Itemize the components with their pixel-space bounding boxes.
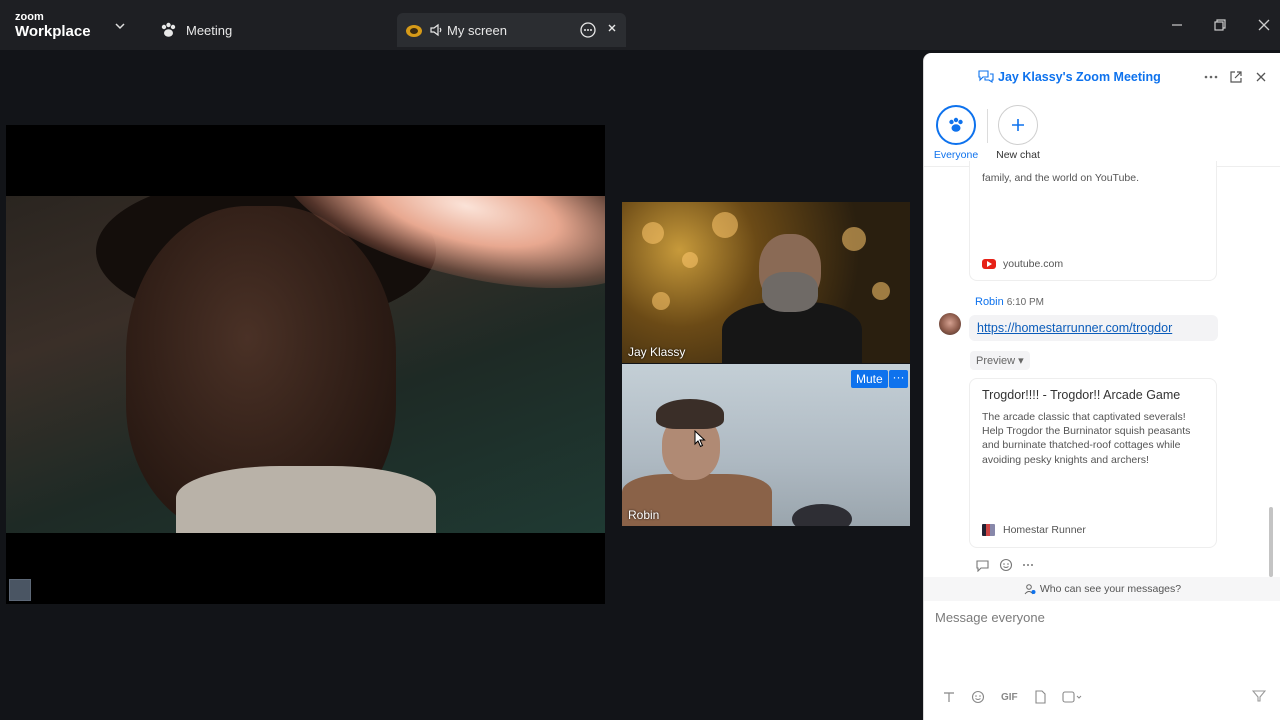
title-bar: zoom Workplace Meeting My screen [0, 0, 1280, 50]
emoji-reaction-icon[interactable] [999, 558, 1013, 572]
message-link[interactable]: https://homestarrunner.com/trogdor [977, 321, 1172, 335]
who-can-see-text: Who can see your messages? [1039, 583, 1182, 595]
participant-name-label: Jay Klassy [628, 345, 686, 359]
recipient-new-chat[interactable]: New chat [993, 105, 1043, 161]
reply-icon[interactable] [975, 559, 990, 572]
pop-out-icon[interactable] [1229, 70, 1243, 84]
recipient-new-circle [998, 105, 1038, 145]
message-bubble: https://homestarrunner.com/trogdor [969, 315, 1218, 341]
chat-panel: Jay Klassy's Zoom Meeting Everyone New c… [923, 53, 1280, 720]
shared-video-frame [6, 196, 605, 533]
participant-more-button[interactable]: ··· [889, 370, 908, 388]
person-privacy-icon [1024, 584, 1036, 595]
more-options-icon[interactable] [580, 22, 596, 38]
preview-toggle-button[interactable]: Preview ▾ [970, 351, 1030, 370]
youtube-icon [982, 259, 996, 269]
close-window-icon[interactable] [1257, 18, 1271, 32]
tab-my-screen-label: My screen [447, 22, 507, 38]
chat-title-text: Jay Klassy's Zoom Meeting [998, 70, 1161, 84]
mouse-cursor-icon [694, 430, 706, 448]
mute-button[interactable]: Mute [851, 370, 888, 388]
recipient-everyone-label: Everyone [933, 149, 979, 161]
message-sender-name: Robin [975, 296, 1004, 308]
link-preview-source: Homestar Runner [982, 524, 1086, 536]
composer-toolbar: GIF [943, 690, 1082, 704]
tab-meeting[interactable]: Meeting [160, 13, 232, 47]
speaker-icon[interactable] [429, 23, 443, 37]
participant-pillow [792, 504, 852, 526]
recipient-new-label: New chat [996, 149, 1040, 161]
link-preview-source: youtube.com [982, 258, 1063, 270]
link-preview-source-text: Homestar Runner [1003, 524, 1086, 536]
who-can-see-banner[interactable]: Who can see your messages? [924, 577, 1280, 601]
everyone-paw-icon [949, 117, 963, 132]
link-preview-card-youtube[interactable]: family, and the world on YouTube. youtub… [969, 161, 1217, 281]
participant-beard [762, 272, 818, 312]
chat-title: Jay Klassy's Zoom Meeting [978, 70, 1161, 84]
close-panel-icon[interactable] [1255, 71, 1267, 83]
chat-scrollbar[interactable] [1269, 171, 1273, 577]
message-sender: Robin 6:10 PM [975, 296, 1044, 308]
more-options-icon[interactable] [1022, 559, 1034, 571]
participant-name-label: Robin [628, 508, 660, 522]
homestar-runner-icon [982, 524, 995, 536]
chat-scrollbar-thumb[interactable] [1269, 507, 1273, 577]
share-screen-app-icon [406, 25, 422, 37]
plus-icon [1012, 119, 1024, 131]
message-actions [975, 558, 1034, 572]
shared-screen-stage[interactable] [6, 125, 605, 604]
recipient-everyone[interactable]: Everyone [933, 105, 979, 161]
restore-icon[interactable] [1213, 18, 1227, 32]
link-preview-title: Trogdor!!!! - Trogdor!! Arcade Game [982, 388, 1181, 402]
zoom-workplace-logo[interactable]: zoom Workplace [15, 11, 91, 40]
screenshot-icon[interactable] [1062, 690, 1082, 704]
chevron-down-icon[interactable] [114, 20, 126, 32]
participant-tile-jay[interactable]: Jay Klassy [622, 202, 910, 363]
more-options-icon[interactable] [1204, 70, 1218, 84]
link-preview-description: family, and the world on YouTube. [982, 172, 1140, 184]
close-tab-icon[interactable] [607, 23, 617, 33]
gif-button[interactable]: GIF [1001, 692, 1018, 703]
minimize-icon[interactable] [1170, 18, 1184, 32]
tab-meeting-label: Meeting [186, 22, 233, 38]
link-preview-card-trogdor[interactable]: Trogdor!!!! - Trogdor!! Arcade Game The … [969, 378, 1217, 548]
recipient-divider [987, 109, 988, 143]
participant-tile-robin[interactable]: Mute ··· Robin [622, 364, 910, 526]
link-preview-source-text: youtube.com [1003, 258, 1064, 270]
recipient-everyone-circle [936, 105, 976, 145]
logo-text-big: Workplace [15, 23, 91, 40]
tab-my-screen[interactable]: My screen [397, 13, 626, 47]
stage-thumbnail[interactable] [9, 579, 31, 601]
link-preview-description: The arcade classic that captivated sever… [982, 411, 1191, 466]
video-shirt-shape [176, 466, 436, 533]
send-icon[interactable] [1252, 689, 1266, 703]
chat-header: Jay Klassy's Zoom Meeting [924, 53, 1280, 99]
logo-text-small: zoom [15, 11, 44, 23]
participant-cap [656, 399, 724, 429]
file-icon[interactable] [1034, 690, 1046, 704]
emoji-icon[interactable] [971, 690, 985, 704]
avatar[interactable] [939, 313, 961, 335]
chat-bubbles-icon [978, 70, 994, 84]
message-input[interactable]: Message everyone [935, 610, 1045, 625]
paw-icon [161, 22, 176, 37]
message-timestamp: 6:10 PM [1006, 297, 1044, 308]
text-format-icon[interactable] [943, 691, 955, 703]
